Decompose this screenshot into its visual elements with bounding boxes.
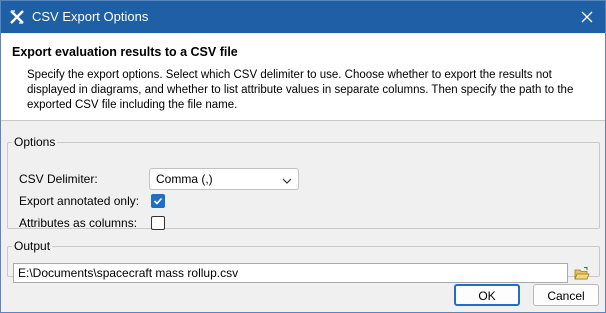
csv-export-dialog: CSV Export Options Export evaluation res… (0, 0, 606, 313)
export-annotated-checkbox[interactable] (151, 194, 165, 208)
header-title: Export evaluation results to a CSV file (12, 45, 238, 59)
options-group: Options CSV Delimiter: Comma (,) Export … (7, 135, 600, 230)
csv-delimiter-value: Comma (,) (156, 172, 213, 186)
csv-delimiter-select[interactable]: Comma (,) (149, 168, 299, 190)
output-group: Output (7, 239, 600, 283)
header-band: Export evaluation results to a CSV file … (1, 34, 605, 121)
close-icon[interactable] (569, 1, 605, 33)
options-legend: Options (14, 135, 56, 149)
title-bar[interactable]: CSV Export Options (1, 1, 605, 33)
window-title: CSV Export Options (32, 9, 149, 24)
ok-button[interactable]: OK (454, 284, 520, 306)
folder-open-icon[interactable] (574, 266, 590, 282)
cancel-button[interactable]: Cancel (533, 284, 599, 306)
output-path-input[interactable] (13, 263, 568, 283)
export-annotated-label: Export annotated only: (19, 194, 140, 208)
output-legend: Output (14, 239, 51, 253)
csv-delimiter-label: CSV Delimiter: (19, 172, 98, 186)
header-description: Specify the export options. Select which… (27, 69, 574, 111)
chevron-down-icon (282, 174, 292, 184)
attributes-columns-label: Attributes as columns: (19, 216, 138, 230)
x-app-icon (9, 9, 25, 25)
attributes-columns-checkbox[interactable] (151, 216, 165, 230)
